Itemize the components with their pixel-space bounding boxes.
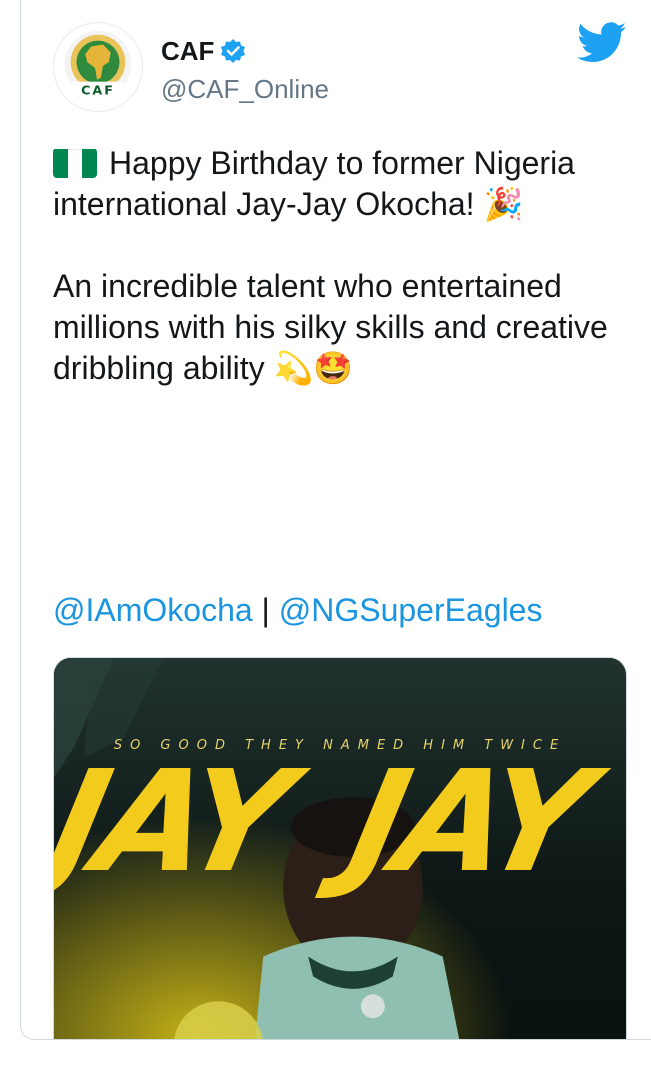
mention-separator: |: [252, 592, 279, 628]
display-name[interactable]: CAF: [161, 36, 214, 66]
tweet-text: Happy Birthday to former Nigeria interna…: [53, 143, 638, 389]
media-word-left: JAY: [53, 741, 300, 904]
tweet-paragraph-2: An incredible talent who entertained mil…: [53, 268, 608, 386]
mention-ngsupereagles[interactable]: @NGSuperEagles: [279, 592, 543, 628]
tweet-paragraph-1: Happy Birthday to former Nigeria interna…: [53, 143, 638, 225]
nigeria-flag-icon: [53, 148, 97, 178]
verified-badge-icon: [220, 38, 246, 64]
tweet-line-1: Happy Birthday to former Nigeria interna…: [53, 145, 575, 222]
media-word-right: JAY: [336, 741, 600, 904]
author-name-row[interactable]: CAF: [161, 36, 246, 66]
mentions-line: @IAmOkocha | @NGSuperEagles: [53, 590, 542, 631]
author-handle[interactable]: @CAF_Online: [161, 74, 329, 105]
tweet-card[interactable]: CAF CAF @CAF_Online Happy Birthday to fo…: [20, 0, 651, 1040]
mention-iamokocha[interactable]: @IAmOkocha: [53, 592, 253, 628]
tweet-media-image[interactable]: SO GOOD THEY NAMED HIM TWICE JAY JAY: [53, 657, 627, 1039]
avatar-text: CAF: [81, 82, 115, 97]
twitter-bird-icon[interactable]: [577, 22, 627, 66]
avatar[interactable]: CAF: [53, 22, 143, 112]
